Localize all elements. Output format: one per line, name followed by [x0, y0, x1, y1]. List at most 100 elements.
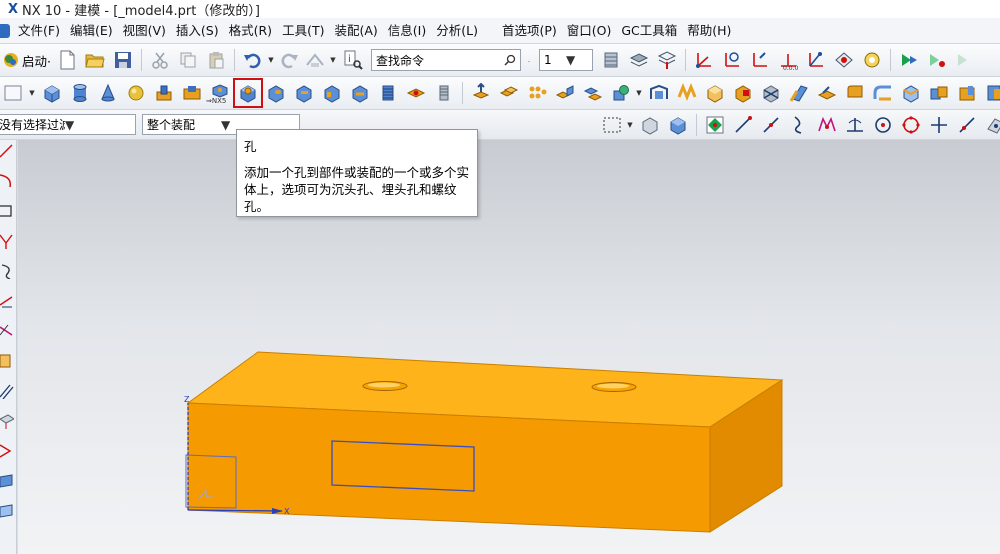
- open-folder-icon[interactable]: [83, 48, 107, 72]
- fillet-tool-icon[interactable]: [0, 260, 16, 282]
- groove-icon[interactable]: [320, 81, 344, 105]
- intersection-curve-icon[interactable]: [0, 440, 16, 462]
- wcs-set-icon[interactable]: [832, 48, 856, 72]
- snap-point-on-face-icon[interactable]: [983, 113, 1000, 137]
- work-layer-select[interactable]: 1 ▼: [538, 49, 593, 71]
- wcs-rotate-icon[interactable]: [748, 48, 772, 72]
- snap-mid-point-icon[interactable]: [759, 113, 783, 137]
- mirror-curve-icon[interactable]: [0, 350, 16, 372]
- model-canvas[interactable]: X Z: [18, 140, 1000, 554]
- play-dropdown-icon[interactable]: [925, 48, 949, 72]
- command-finder-icon[interactable]: i: [341, 48, 365, 72]
- type-filter-select[interactable]: 没有选择过滤器 ▼: [0, 114, 136, 135]
- mirror-feature-icon[interactable]: [553, 81, 577, 105]
- command-search-input[interactable]: 查找命令: [370, 49, 521, 71]
- hole-icon[interactable]: [233, 78, 263, 108]
- constraint-tool-icon[interactable]: [0, 230, 16, 252]
- pattern-feature-icon[interactable]: [497, 81, 521, 105]
- extract-dropdown-icon[interactable]: ▼: [635, 81, 643, 105]
- copy-to-layer-icon[interactable]: [655, 48, 679, 72]
- move-to-layer-icon[interactable]: [627, 48, 651, 72]
- snap-arc-center-icon[interactable]: [871, 113, 895, 137]
- repeat-command-icon[interactable]: [303, 48, 327, 72]
- extract-geometry-icon[interactable]: [609, 81, 633, 105]
- cylinder-boss-icon[interactable]: [152, 81, 176, 105]
- snap-point-on-curve-icon[interactable]: [955, 113, 979, 137]
- cut-icon[interactable]: [148, 48, 172, 72]
- pocket-icon[interactable]: [180, 81, 204, 105]
- emboss-icon[interactable]: [404, 81, 428, 105]
- unite-icon[interactable]: [927, 81, 951, 105]
- snap-quadrant-icon[interactable]: [899, 113, 923, 137]
- sphere-icon[interactable]: [124, 81, 148, 105]
- extrude-icon[interactable]: [469, 81, 493, 105]
- mirror-body-icon[interactable]: [581, 81, 605, 105]
- snap-end-point-icon[interactable]: [731, 113, 755, 137]
- new-file-icon[interactable]: [55, 48, 79, 72]
- snap-intersection-icon[interactable]: [815, 113, 839, 137]
- search-icon[interactable]: [504, 54, 516, 66]
- pattern-face-icon[interactable]: [525, 81, 549, 105]
- intersect-icon[interactable]: [983, 81, 1000, 105]
- menu-format[interactable]: 格式(R): [224, 18, 277, 44]
- sketch-icon[interactable]: [2, 81, 26, 105]
- wcs-dynamic-icon[interactable]: 0,0,0: [776, 48, 800, 72]
- paste-icon[interactable]: [204, 48, 228, 72]
- draft-icon[interactable]: [815, 81, 839, 105]
- shell-icon[interactable]: [647, 81, 671, 105]
- wcs-origin-icon[interactable]: [720, 48, 744, 72]
- search-options-icon[interactable]: .: [525, 48, 533, 72]
- sheet-body-icon[interactable]: [0, 470, 16, 492]
- line-tool-icon[interactable]: [0, 140, 16, 162]
- snap-perpendicular-icon[interactable]: [843, 113, 867, 137]
- chamfer-icon[interactable]: [432, 81, 456, 105]
- menu-gc-toolbox[interactable]: GC工具箱: [616, 18, 682, 44]
- select-face-icon[interactable]: [666, 113, 690, 137]
- menu-tools[interactable]: 工具(T): [277, 18, 329, 44]
- cylinder-icon[interactable]: [68, 81, 92, 105]
- split-body-icon[interactable]: [787, 81, 811, 105]
- snap-existing-point-icon[interactable]: [927, 113, 951, 137]
- app-menu-icon[interactable]: [0, 23, 10, 38]
- menu-analysis[interactable]: 分析(L): [431, 18, 483, 44]
- menu-preferences[interactable]: 首选项(P): [497, 18, 562, 44]
- graphics-viewport[interactable]: X Z: [18, 140, 1000, 554]
- datum-csys-icon[interactable]: [692, 48, 716, 72]
- arc-tool-icon[interactable]: [0, 170, 16, 192]
- menu-info[interactable]: 信息(I): [383, 18, 431, 44]
- project-curve-icon[interactable]: [0, 410, 16, 432]
- copy-icon[interactable]: [176, 48, 200, 72]
- offset-face-icon[interactable]: [703, 81, 727, 105]
- surface-tool-icon[interactable]: [0, 500, 16, 522]
- menu-window[interactable]: 窗口(O): [562, 18, 617, 44]
- face-blend-icon[interactable]: [871, 81, 895, 105]
- menu-help[interactable]: 帮助(H): [682, 18, 736, 44]
- save-icon[interactable]: [111, 48, 135, 72]
- scale-body-icon[interactable]: [731, 81, 755, 105]
- wcs-orient-icon[interactable]: [804, 48, 828, 72]
- snap-point-toggle-icon[interactable]: [703, 113, 727, 137]
- edge-blend-icon[interactable]: [843, 81, 867, 105]
- rectangle-tool-icon[interactable]: [0, 200, 16, 222]
- start-button[interactable]: 启动·: [0, 47, 53, 73]
- thread-icon[interactable]: [376, 81, 400, 105]
- rib-icon[interactable]: [348, 81, 372, 105]
- dimension-tool-icon[interactable]: [0, 290, 16, 312]
- select-region-dropdown-icon[interactable]: ▼: [626, 113, 634, 137]
- sketch-dropdown-icon[interactable]: ▼: [28, 81, 36, 105]
- subtract-icon[interactable]: [955, 81, 979, 105]
- trim-tool-icon[interactable]: [0, 320, 16, 342]
- menu-view[interactable]: 视图(V): [118, 18, 171, 44]
- menu-assembly[interactable]: 装配(A): [329, 18, 382, 44]
- snap-control-point-icon[interactable]: [787, 113, 811, 137]
- offset-curve-icon[interactable]: [0, 380, 16, 402]
- undo-icon[interactable]: [241, 48, 265, 72]
- boss-icon[interactable]: [264, 81, 288, 105]
- redo-icon[interactable]: [279, 48, 299, 72]
- undo-dropdown-icon[interactable]: ▼: [267, 48, 275, 72]
- menu-edit[interactable]: 编辑(E): [65, 18, 118, 44]
- more-tools-icon[interactable]: [953, 48, 977, 72]
- repeat-dropdown-icon[interactable]: ▼: [329, 48, 337, 72]
- trim-body-icon[interactable]: [759, 81, 783, 105]
- cone-icon[interactable]: [96, 81, 120, 105]
